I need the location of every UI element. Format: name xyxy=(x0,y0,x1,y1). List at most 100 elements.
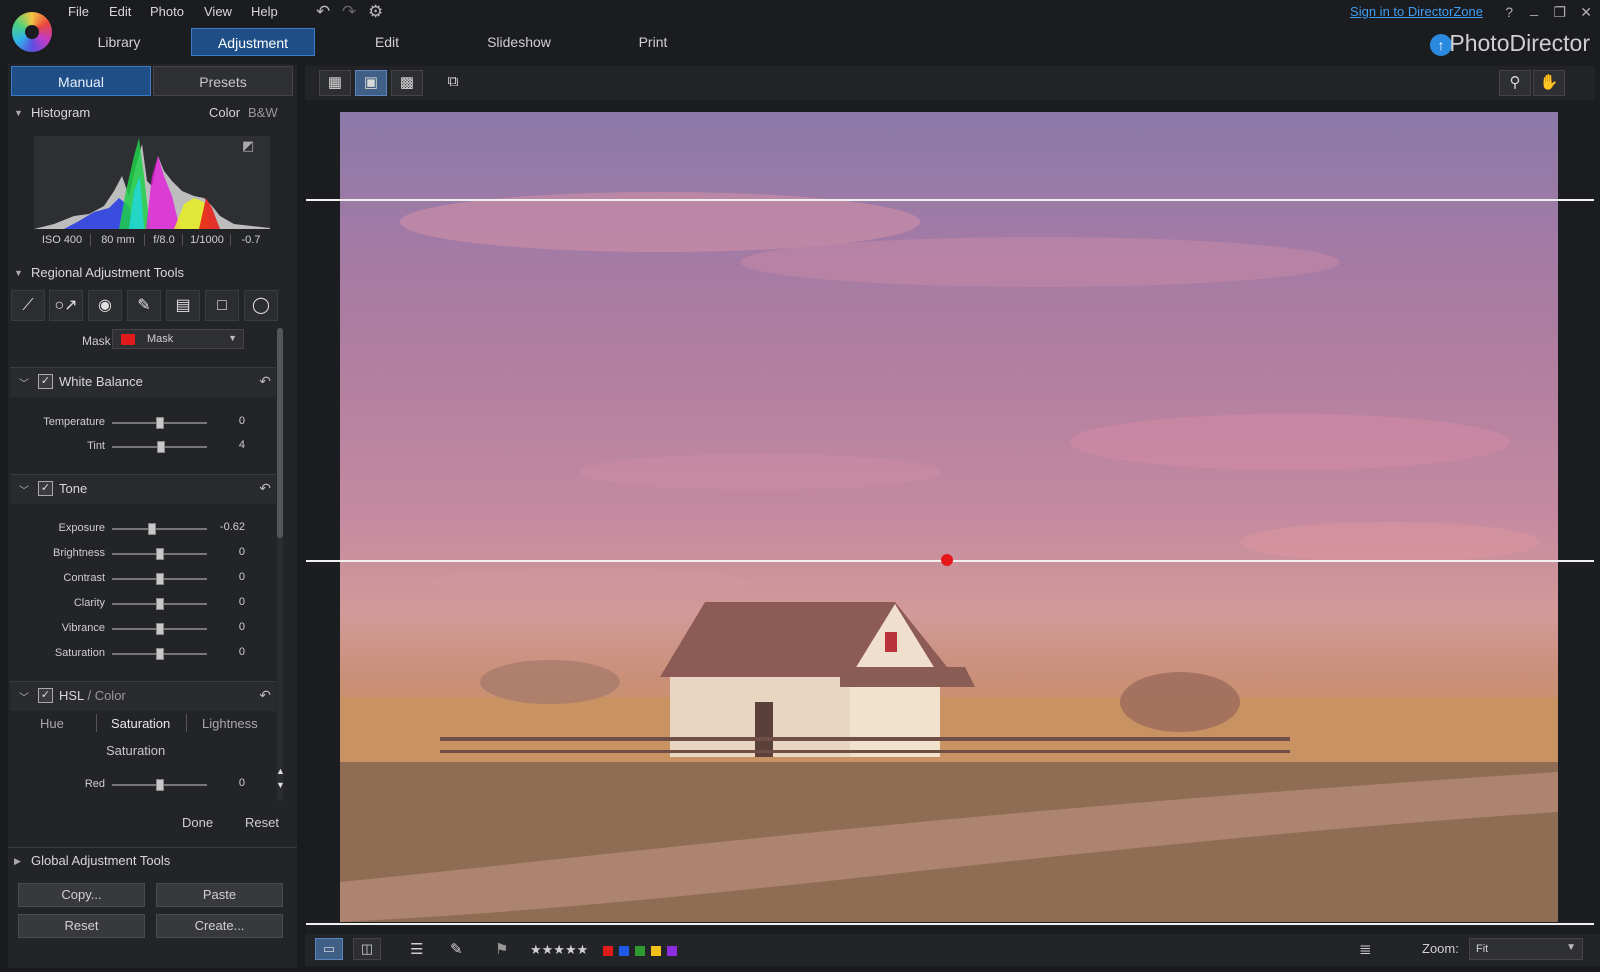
tab-print[interactable]: Print xyxy=(606,28,700,56)
scrollbar-thumb[interactable] xyxy=(277,328,283,538)
single-view-icon[interactable]: ▣ xyxy=(355,70,387,96)
chevron-down-icon[interactable]: ﹀ xyxy=(19,375,29,390)
restore-icon[interactable]: ❐ xyxy=(1553,4,1566,21)
histogram-header[interactable]: ▼ Histogram Color B&W xyxy=(8,100,297,126)
gradient-center-handle[interactable] xyxy=(941,554,953,566)
color-label-red[interactable] xyxy=(603,946,613,956)
color-label-yellow[interactable] xyxy=(651,946,661,956)
hand-tool-icon[interactable]: ✋ xyxy=(1533,70,1565,96)
brand-name: PhotoDirector xyxy=(1449,30,1590,56)
scroll-down-icon[interactable]: ▼ xyxy=(276,780,285,790)
chevron-down-icon[interactable]: ﹀ xyxy=(19,689,29,704)
tab-slideshow[interactable]: Slideshow xyxy=(472,28,566,56)
single-display-icon[interactable]: ▭ xyxy=(315,938,343,960)
collapse-triangle-icon: ▼ xyxy=(14,268,23,278)
tab-manual[interactable]: Manual xyxy=(11,66,151,96)
tone-header[interactable]: ﹀ ✓ Tone ↶ xyxy=(10,474,276,504)
copy-button[interactable]: Copy... xyxy=(18,883,145,907)
done-button[interactable]: Done xyxy=(182,815,213,830)
reset-undo-icon[interactable]: ↶ xyxy=(259,480,271,497)
crop-icon[interactable]: ⟋ xyxy=(11,290,45,321)
thumbnail-view-icon[interactable]: ▦ xyxy=(319,70,351,96)
guide-line-bottom[interactable] xyxy=(306,923,1594,925)
slider-track[interactable] xyxy=(112,528,207,530)
histogram-mode-bw[interactable]: B&W xyxy=(248,100,278,126)
minimize-icon[interactable]: _ xyxy=(1530,0,1538,16)
hsl-checkbox[interactable]: ✓ xyxy=(38,688,53,703)
white-balance-checkbox[interactable]: ✓ xyxy=(38,374,53,389)
color-label-green[interactable] xyxy=(635,946,645,956)
white-balance-header[interactable]: ﹀ ✓ White Balance ↶ xyxy=(10,367,276,397)
menu-photo[interactable]: Photo xyxy=(150,4,184,19)
tab-adjustment[interactable]: Adjustment xyxy=(191,28,315,56)
clipping-warning-icon[interactable]: ◩ xyxy=(242,138,254,154)
tab-library[interactable]: Library xyxy=(72,28,166,56)
exif-exposure-comp: -0.7 xyxy=(241,234,261,246)
help-icon[interactable]: ? xyxy=(1505,4,1513,20)
tone-checkbox[interactable]: ✓ xyxy=(38,481,53,496)
hsl-tab-hue[interactable]: Hue xyxy=(40,716,64,731)
paste-button[interactable]: Paste xyxy=(156,883,283,907)
global-tools-header[interactable]: ▶ Global Adjustment Tools xyxy=(8,847,297,873)
redo-icon[interactable]: ↷ xyxy=(342,2,356,22)
gradient-mask-icon[interactable]: ▤ xyxy=(166,290,200,321)
chevron-down-icon[interactable]: ﹀ xyxy=(19,482,29,497)
rating-stars[interactable]: ★★★★★ xyxy=(530,942,588,958)
reset-button[interactable]: Reset xyxy=(18,914,145,938)
red-eye-icon[interactable]: ◉ xyxy=(88,290,122,321)
menu-file[interactable]: File xyxy=(68,4,89,19)
color-label-purple[interactable] xyxy=(667,946,677,956)
menu-edit[interactable]: Edit xyxy=(109,4,131,19)
guide-line-top[interactable] xyxy=(306,199,1594,201)
spot-removal-icon[interactable]: ○↗ xyxy=(49,290,83,321)
scroll-up-icon[interactable]: ▲ xyxy=(276,766,285,776)
hsl-tab-saturation[interactable]: Saturation xyxy=(111,716,170,731)
histogram-mode-color[interactable]: Color xyxy=(209,100,240,126)
tab-edit[interactable]: Edit xyxy=(340,28,434,56)
slider-thumb[interactable] xyxy=(155,573,164,585)
sign-in-link[interactable]: Sign in to DirectorZone xyxy=(1350,4,1483,19)
slider-thumb[interactable] xyxy=(155,648,164,660)
compare-view-icon[interactable]: ⧉ xyxy=(437,70,469,96)
slider-label: Red xyxy=(84,778,105,790)
reset-undo-icon[interactable]: ↶ xyxy=(259,687,271,704)
close-icon[interactable]: ✕ xyxy=(1580,4,1592,21)
menu-help[interactable]: Help xyxy=(251,4,278,19)
radial-mask-icon[interactable]: ◯ xyxy=(244,290,278,321)
sort-options-icon[interactable]: ≣ xyxy=(1359,940,1372,958)
slider-thumb[interactable] xyxy=(155,779,164,791)
zoom-tool-icon[interactable]: ⚲ xyxy=(1499,70,1531,96)
slider-thumb[interactable] xyxy=(155,417,164,429)
panel-scrollbar[interactable] xyxy=(277,328,283,801)
rectangle-mask-icon[interactable]: □ xyxy=(205,290,239,321)
slider-thumb[interactable] xyxy=(155,598,164,610)
grid-view-icon[interactable]: ▩ xyxy=(391,70,423,96)
histogram-title: Histogram xyxy=(31,105,91,120)
slider-thumb[interactable] xyxy=(155,548,164,560)
metadata-edit-icon[interactable]: ✎ xyxy=(450,940,463,958)
reset-regional-button[interactable]: Reset xyxy=(245,815,279,830)
slider-thumb[interactable] xyxy=(147,523,156,535)
regional-tools-header[interactable]: ▼ Regional Adjustment Tools xyxy=(8,260,297,286)
tab-presets[interactable]: Presets xyxy=(153,66,293,96)
reset-undo-icon[interactable]: ↶ xyxy=(259,373,271,390)
undo-icon[interactable]: ↶ xyxy=(316,2,330,22)
chevron-down-icon: ▼ xyxy=(228,333,237,343)
hsl-tab-lightness[interactable]: Lightness xyxy=(202,716,258,731)
compare-display-icon[interactable]: ◫ xyxy=(353,938,381,960)
settings-icon[interactable]: ⚙ xyxy=(368,2,383,22)
brush-icon[interactable]: ✎ xyxy=(127,290,161,321)
app-logo xyxy=(12,12,52,52)
zoom-value: Fit xyxy=(1476,943,1489,955)
mask-dropdown[interactable]: Mask ▼ xyxy=(112,329,244,349)
main-photo[interactable] xyxy=(340,112,1558,922)
flag-icon[interactable]: ⚑ xyxy=(495,940,508,958)
menu-view[interactable]: View xyxy=(204,4,232,19)
rotate-icon[interactable]: ☰ xyxy=(410,940,423,958)
slider-thumb[interactable] xyxy=(157,441,166,453)
color-label-blue[interactable] xyxy=(619,946,629,956)
slider-thumb[interactable] xyxy=(155,623,164,635)
hsl-header[interactable]: ﹀ ✓ HSL / Color ↶ xyxy=(10,681,276,711)
zoom-dropdown[interactable]: Fit ▼ xyxy=(1469,938,1583,960)
create-button[interactable]: Create... xyxy=(156,914,283,938)
